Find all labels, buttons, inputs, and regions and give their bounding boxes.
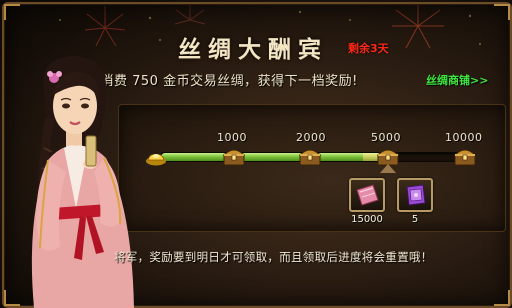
purple-box-icon: [406, 184, 426, 206]
milestone-label: 10000: [445, 131, 483, 144]
progress-bar-fill: [161, 153, 363, 161]
treasure-chest-icon[interactable]: [453, 146, 477, 166]
days-left-badge: 剩余3天: [348, 42, 389, 55]
character-portrait: [31, 56, 134, 308]
silk-cloth-icon: [356, 184, 379, 206]
reward-item[interactable]: 15000: [346, 178, 388, 225]
reward-count: 15000: [351, 214, 383, 225]
event-window: 丝绸大酬宾 剩余3天 再消费 750 金币交易丝绸，获得下一档奖励! 丝绸商铺>…: [0, 0, 512, 308]
progress-panel: [118, 104, 506, 232]
reward-count: 5: [411, 214, 419, 225]
treasure-chest-icon[interactable]: [222, 146, 246, 166]
reward-notice: 将军，奖励要到明日才可领取，而且领取后进度将会重置哦！: [114, 250, 433, 264]
reward-tooltip-arrow: [380, 164, 396, 173]
treasure-chest-icon[interactable]: [376, 146, 400, 166]
milestone-label: 2000: [296, 131, 326, 144]
milestone-label: 5000: [371, 131, 401, 144]
reward-item[interactable]: 5: [394, 178, 436, 225]
silk-shop-link[interactable]: 丝绸商铺>>: [426, 72, 488, 88]
milestone-label: 1000: [217, 131, 247, 144]
treasure-chest-icon[interactable]: [298, 146, 322, 166]
event-title: 丝绸大酬宾: [178, 36, 328, 63]
